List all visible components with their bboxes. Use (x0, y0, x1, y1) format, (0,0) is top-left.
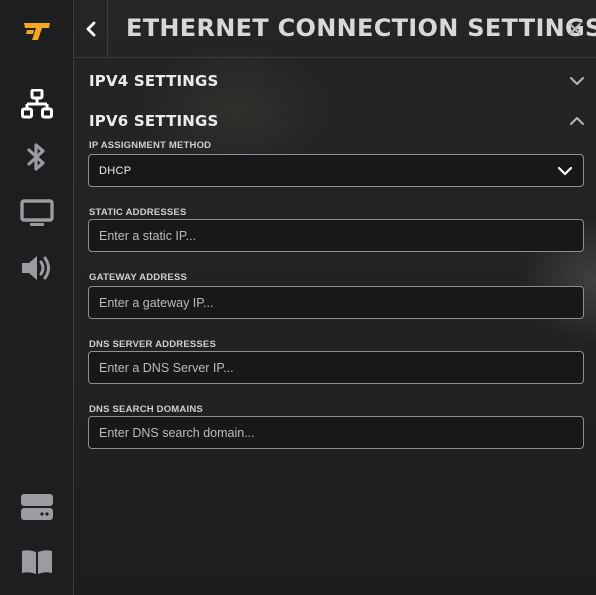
chevron-left-icon (86, 21, 95, 37)
back-button[interactable] (74, 0, 108, 58)
bluetooth-icon[interactable] (17, 139, 57, 175)
logo-icon (22, 20, 52, 42)
dns-search-domains-label: DNS SEARCH DOMAINS (89, 404, 203, 415)
ip-assignment-value: DHCP (99, 164, 132, 177)
gateway-address-label: GATEWAY ADDRESS (89, 272, 188, 283)
ip-assignment-label: IP ASSIGNMENT METHOD (89, 140, 212, 151)
static-addresses-placeholder: Enter a static IP... (99, 228, 197, 243)
ipv4-section-header[interactable]: IPV4 SETTINGS (89, 68, 585, 94)
sidebar (0, 0, 74, 595)
gateway-address-input[interactable]: Enter a gateway IP... (88, 286, 584, 319)
dns-search-domains-input[interactable]: Enter DNS search domain... (88, 416, 584, 449)
ipv6-section-header[interactable]: IPV6 SETTINGS (89, 108, 585, 134)
dns-server-addresses-placeholder: Enter a DNS Server IP... (99, 360, 234, 375)
close-icon (568, 22, 582, 36)
static-addresses-label: STATIC ADDRESSES (89, 207, 187, 218)
display-icon[interactable] (17, 195, 57, 231)
close-button[interactable] (566, 20, 584, 38)
dns-server-addresses-input[interactable]: Enter a DNS Server IP... (88, 351, 584, 384)
chevron-up-icon (570, 117, 584, 125)
ip-assignment-select[interactable]: DHCP (88, 154, 584, 187)
ipv6-section-title: IPV6 SETTINGS (89, 112, 219, 130)
storage-icon[interactable] (17, 489, 57, 525)
page-title: ETHERNET CONNECTION SETTINGS (126, 14, 596, 42)
static-addresses-input[interactable]: Enter a static IP... (88, 219, 584, 252)
app-window: ETHERNET CONNECTION SETTINGS IPV4 SETTIN… (0, 0, 596, 595)
dns-server-addresses-label: DNS SERVER ADDRESSES (89, 339, 217, 350)
header: ETHERNET CONNECTION SETTINGS (74, 0, 596, 58)
gateway-address-placeholder: Enter a gateway IP... (99, 295, 214, 310)
book-icon[interactable] (17, 544, 57, 580)
chevron-down-icon (557, 166, 573, 175)
audio-icon[interactable] (17, 250, 57, 286)
dns-search-domains-placeholder: Enter DNS search domain... (99, 425, 255, 440)
ipv4-section-title: IPV4 SETTINGS (89, 72, 219, 90)
network-icon[interactable] (17, 86, 57, 122)
chevron-down-icon (570, 77, 584, 85)
